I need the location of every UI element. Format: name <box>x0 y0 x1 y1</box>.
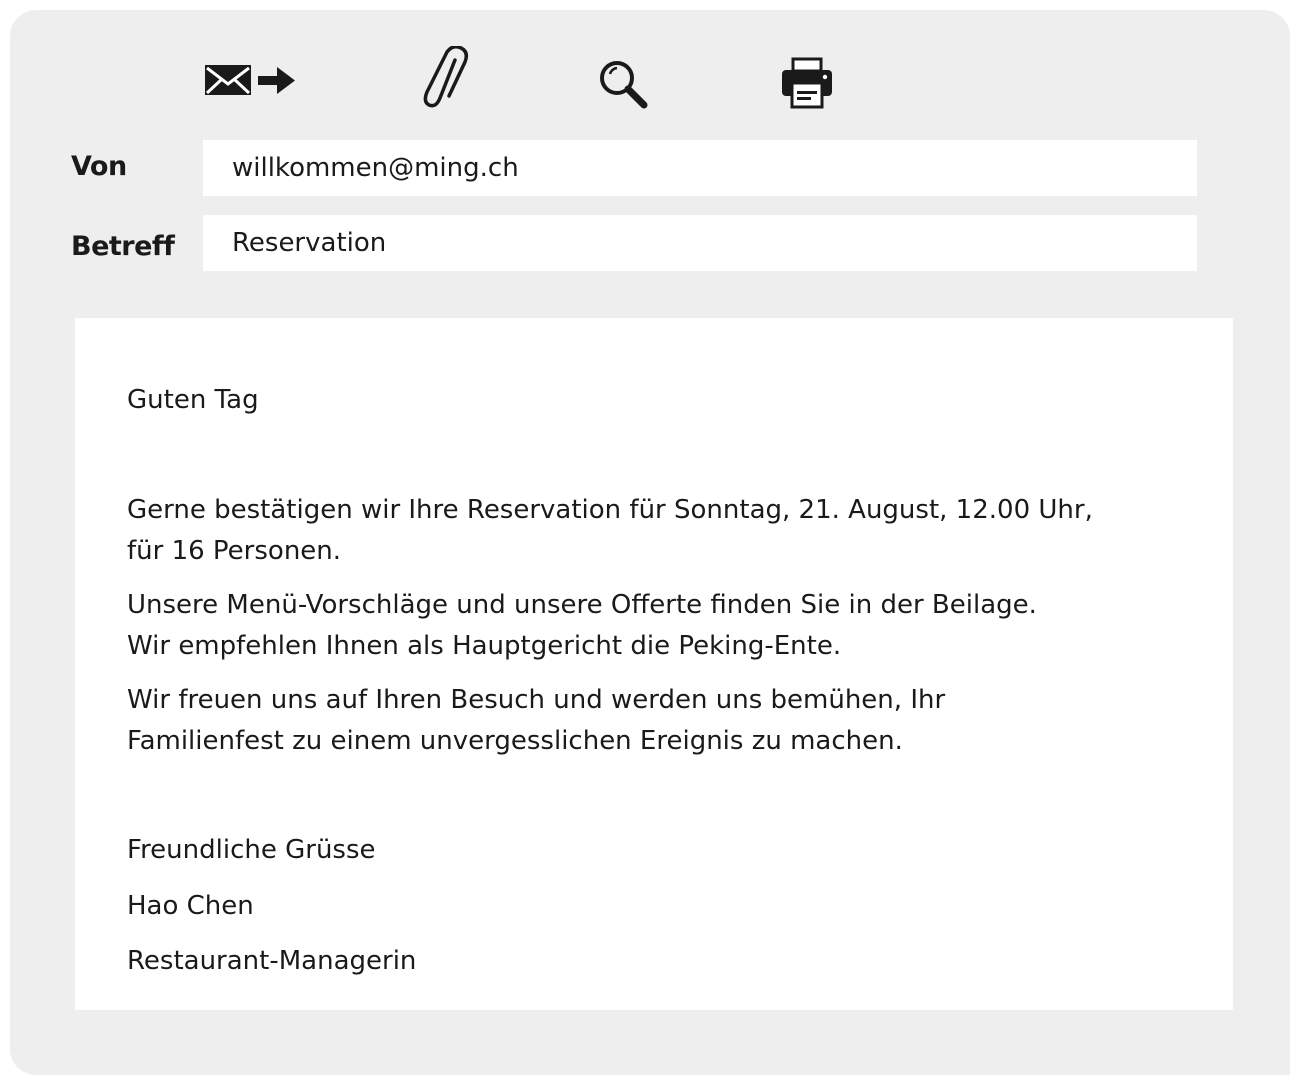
signature-name: Hao Chen <box>127 891 254 921</box>
print-button[interactable] <box>780 57 834 109</box>
subject-field[interactable] <box>203 215 1197 271</box>
paragraph-3-line-1: Wir freuen uns auf Ihren Besuch und werd… <box>127 685 946 715</box>
message-body[interactable]: Guten Tag Gerne bestätigen wir Ihre Rese… <box>75 318 1233 1010</box>
search-icon <box>597 58 649 110</box>
paragraph-3-line-2: Familienfest zu einem unvergesslichen Er… <box>127 726 903 756</box>
signature-role: Restaurant-Managerin <box>127 946 417 976</box>
send-button[interactable] <box>203 60 297 100</box>
from-field[interactable] <box>203 140 1197 196</box>
greeting-text: Guten Tag <box>127 385 259 415</box>
attach-button[interactable] <box>423 46 473 112</box>
subject-label: Betreff <box>71 231 175 262</box>
paragraph-2-line-1: Unsere Menü-Vorschläge und unsere Offert… <box>127 590 1037 620</box>
printer-icon <box>780 57 834 109</box>
paperclip-icon <box>423 46 473 112</box>
send-mail-icon <box>203 60 297 100</box>
paragraph-2-line-2: Wir empfehlen Ihnen als Hauptgericht die… <box>127 631 842 661</box>
from-label: Von <box>71 151 127 182</box>
paragraph-1-line-2: für 16 Personen. <box>127 536 342 566</box>
paragraph-1-line-1: Gerne bestätigen wir Ihre Reservation fü… <box>127 495 1093 525</box>
search-button[interactable] <box>597 58 649 110</box>
mail-window: Von Betreff Guten Tag Gerne bestätigen w… <box>10 10 1290 1075</box>
closing-text: Freundliche Grüsse <box>127 835 376 865</box>
